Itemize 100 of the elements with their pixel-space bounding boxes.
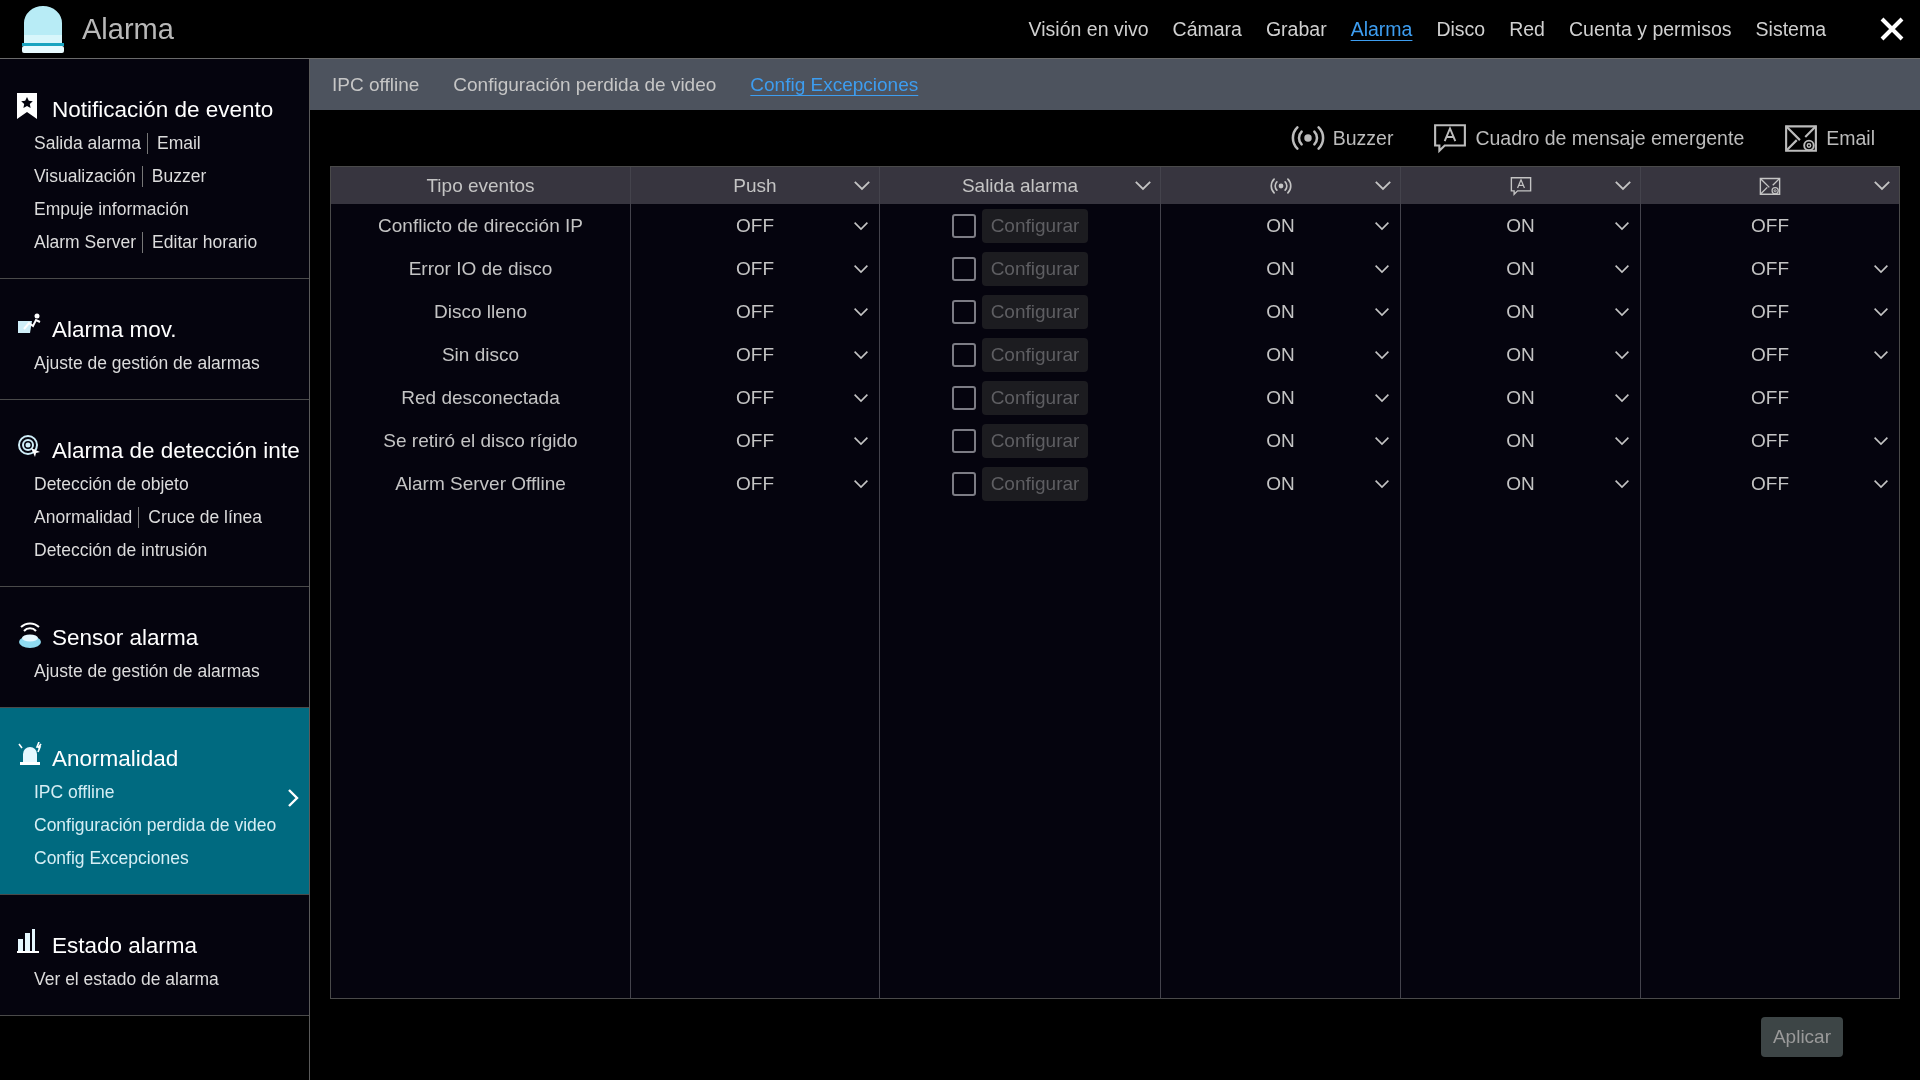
chevron-down-icon (853, 350, 869, 360)
legend-label: Cuadro de mensaje emergente (1475, 126, 1745, 150)
nav-tab[interactable]: Visión en vivo (1028, 13, 1149, 45)
chevron-down-icon (1614, 436, 1630, 446)
nav-tab[interactable]: Disco (1436, 13, 1486, 45)
chevron-down-icon[interactable] (1134, 180, 1152, 191)
checkbox[interactable] (951, 342, 976, 367)
value-dropdown[interactable]: ON (1401, 247, 1640, 290)
value-dropdown[interactable]: OFF (631, 290, 879, 333)
chevron-down-icon (1614, 350, 1630, 360)
chevron-down-icon (1614, 307, 1630, 317)
sidebar-link[interactable]: Ajuste de gestión de alarmas (34, 353, 260, 374)
sub-tab[interactable]: IPC offline (332, 73, 420, 96)
sidebar-link[interactable]: Salida alarma (34, 133, 141, 154)
nav-tab[interactable]: Cámara (1172, 13, 1242, 45)
event-type: Alarm Server Offline (395, 472, 566, 495)
bookmark-star-icon (17, 93, 37, 119)
value-dropdown[interactable]: OFF (1641, 247, 1899, 290)
section-title[interactable]: Estado alarma (52, 929, 198, 963)
event-type: Red desconectada (401, 386, 560, 409)
legend-label: Email (1826, 126, 1875, 150)
sidebar-link[interactable]: Ajuste de gestión de alarmas (34, 661, 260, 682)
nav-tab[interactable]: Grabar (1265, 13, 1327, 45)
value-dropdown[interactable]: OFF (1641, 290, 1899, 333)
sidebar-link[interactable]: Visualización (34, 166, 136, 187)
column-header: Tipo eventos (426, 174, 535, 197)
sub-tab[interactable]: Configuración perdida de video (453, 73, 717, 96)
value-dropdown[interactable]: OFF (631, 333, 879, 376)
chevron-down-icon (1374, 307, 1390, 317)
sidebar-link[interactable]: Alarm Server (34, 232, 137, 253)
value-dropdown[interactable]: OFF (1641, 419, 1899, 462)
chevron-down-icon (853, 221, 869, 231)
value-dropdown[interactable]: ON (1161, 247, 1400, 290)
app-title: Alarma (82, 12, 174, 46)
checkbox[interactable] (951, 213, 976, 238)
close-button[interactable] (1878, 15, 1906, 43)
sidebar-link[interactable]: Detección de intrusión (34, 540, 208, 561)
value-dropdown[interactable]: OFF (1641, 462, 1899, 505)
chevron-down-icon[interactable] (1873, 180, 1891, 191)
checkbox[interactable] (951, 256, 976, 281)
section-title[interactable]: Alarma mov. (52, 313, 177, 347)
value-dropdown[interactable]: ON (1161, 376, 1400, 419)
sidebar-link[interactable]: Detección de objeto (34, 474, 189, 495)
nav-tab[interactable]: Alarma (1350, 13, 1413, 45)
nav-tab[interactable]: Cuenta y permisos (1568, 13, 1732, 45)
sidebar-link[interactable]: Cruce de línea (138, 507, 263, 528)
section-title[interactable]: Notificación de evento (52, 93, 274, 127)
nav-tab[interactable]: Sistema (1755, 13, 1826, 45)
value-dropdown[interactable]: ON (1161, 462, 1400, 505)
value-dropdown[interactable]: ON (1401, 419, 1640, 462)
value-dropdown[interactable]: ON (1401, 204, 1640, 247)
value-dropdown[interactable]: OFF (1641, 333, 1899, 376)
chevron-down-icon (853, 264, 869, 274)
running-figure-icon (17, 313, 43, 335)
value-dropdown[interactable]: ON (1161, 419, 1400, 462)
event-type: Disco lleno (434, 300, 527, 323)
sidebar-link[interactable]: Empuje información (34, 199, 189, 220)
section-title[interactable]: Sensor alarma (52, 621, 199, 655)
value-dropdown[interactable]: ON (1401, 333, 1640, 376)
chevron-down-icon (1374, 436, 1390, 446)
bar-chart-icon (17, 929, 39, 953)
alarm-light-logo (20, 5, 66, 53)
sidebar-link[interactable]: Config Excepciones (34, 848, 189, 869)
value-dropdown[interactable]: OFF (631, 462, 879, 505)
sidebar-link[interactable]: Ver el estado de alarma (34, 969, 219, 990)
value-dropdown[interactable]: ON (1161, 204, 1400, 247)
chevron-right-icon (287, 788, 299, 808)
sidebar-link[interactable]: Configuración perdida de video (34, 815, 277, 836)
chevron-down-icon (1374, 264, 1390, 274)
value-dropdown[interactable]: ON (1401, 462, 1640, 505)
checkbox[interactable] (951, 385, 976, 410)
chevron-down-icon (1614, 264, 1630, 274)
checkbox[interactable] (951, 471, 976, 496)
sidebar-link[interactable]: Buzzer (141, 166, 207, 187)
chevron-down-icon (1614, 479, 1630, 489)
section-title[interactable]: Alarma de detección inte (52, 434, 300, 468)
value-dropdown[interactable]: OFF (631, 204, 879, 247)
section-title[interactable]: Anormalidad (52, 742, 179, 776)
value-dropdown[interactable]: OFF (631, 419, 879, 462)
value-dropdown[interactable]: OFF (631, 247, 879, 290)
nav-tab[interactable]: Red (1509, 13, 1545, 45)
event-type: Error IO de disco (408, 257, 553, 280)
chevron-down-icon[interactable] (853, 180, 871, 191)
value-dropdown[interactable]: ON (1401, 290, 1640, 333)
column-header: Push (733, 174, 777, 197)
chevron-down-icon[interactable] (1614, 180, 1632, 191)
sidebar-link[interactable]: IPC offline (34, 782, 115, 803)
value-dropdown[interactable]: ON (1161, 290, 1400, 333)
value-dropdown[interactable]: OFF (631, 376, 879, 419)
sidebar-link[interactable]: Email (147, 133, 201, 154)
chevron-down-icon (853, 436, 869, 446)
chevron-down-icon (1374, 221, 1390, 231)
checkbox[interactable] (951, 428, 976, 453)
value-dropdown[interactable]: ON (1401, 376, 1640, 419)
siren-icon (17, 742, 43, 766)
sidebar-link[interactable]: Editar horario (142, 232, 258, 253)
chevron-down-icon[interactable] (1374, 180, 1392, 191)
sidebar-link[interactable]: Anormalidad (34, 507, 133, 528)
value-dropdown[interactable]: ON (1161, 333, 1400, 376)
checkbox[interactable] (951, 299, 976, 324)
